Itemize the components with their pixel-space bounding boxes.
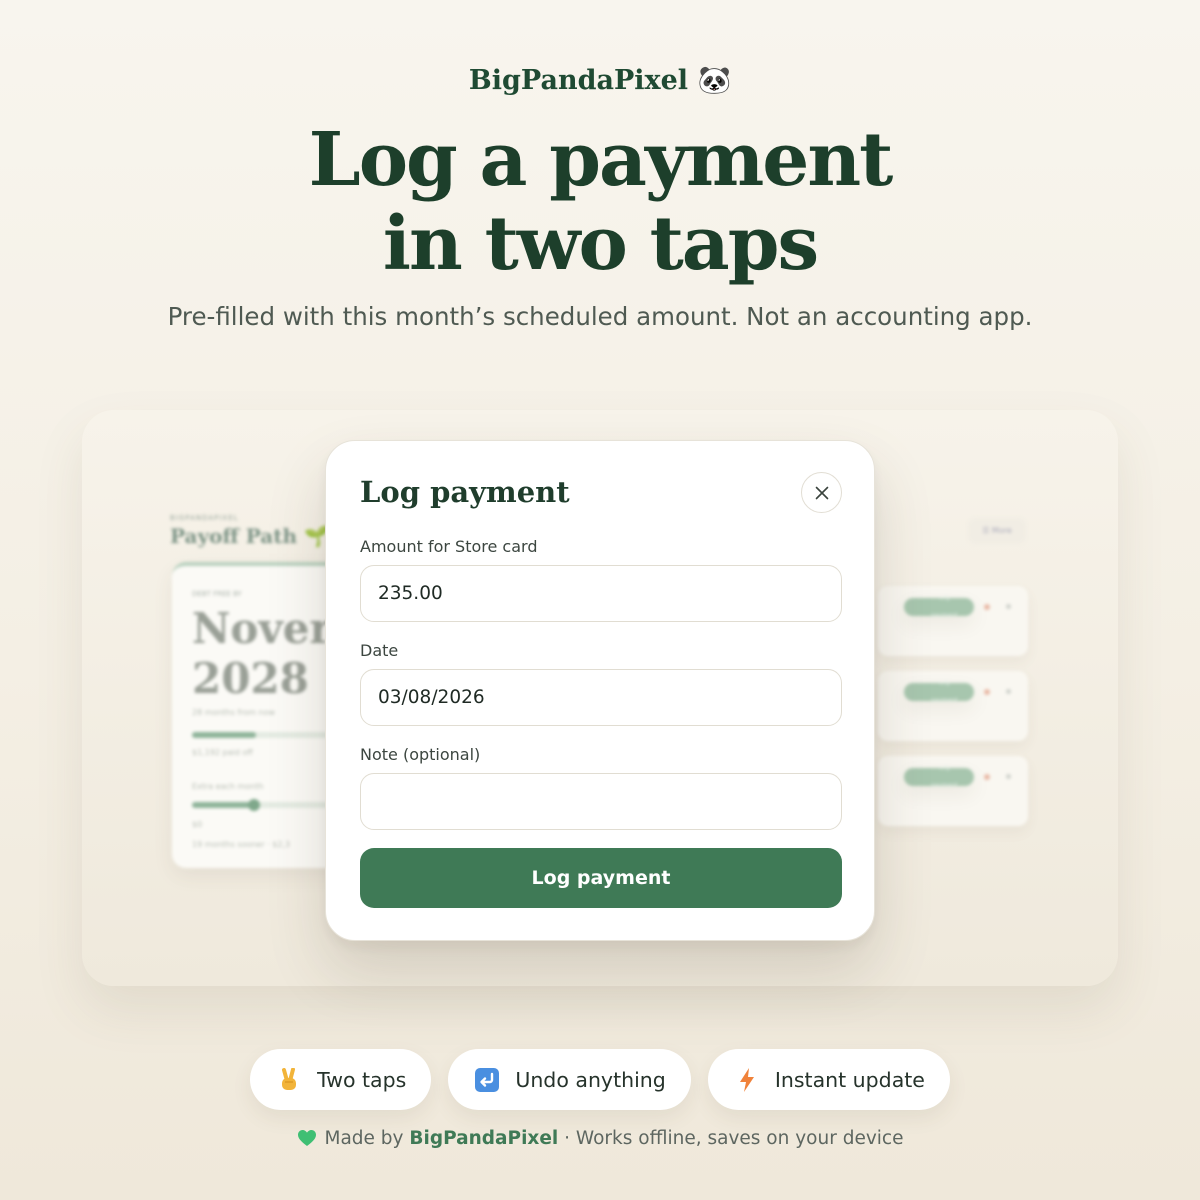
bg-caption-2: $1,192 paid off (192, 748, 253, 757)
feature-label: Undo anything (515, 1067, 666, 1092)
green-heart-icon (297, 1129, 317, 1152)
feature-pill-undo: Undo anything (448, 1049, 691, 1110)
dialog-title: Log payment (360, 475, 570, 509)
note-label: Note (optional) (360, 745, 481, 764)
bg-payoff-month: Nover (192, 604, 332, 653)
bg-payoff-year: 2028 (192, 654, 309, 703)
feature-pill-instant: Instant update (707, 1049, 950, 1110)
date-label: Date (360, 641, 399, 660)
feature-pill-two-taps: Two taps (250, 1049, 432, 1110)
bg-caption-5: 19 months sooner · $2,3 (192, 840, 291, 849)
bg-caption: 28 months from now (192, 708, 276, 717)
bg-debt-row: Log payment (878, 756, 1028, 826)
amount-label: Amount for Store card (360, 537, 538, 556)
brand-header: BigPandaPixel 🐼 (0, 64, 1200, 96)
close-button[interactable] (801, 472, 842, 513)
log-payment-dialog: Log payment Amount for Store card Date N… (325, 440, 875, 941)
footer-suffix: · Works offline, saves on your device (564, 1128, 904, 1149)
bg-progress-bar (192, 732, 332, 738)
undo-arrow-icon (475, 1067, 500, 1092)
close-icon (815, 486, 828, 499)
panda-icon: 🐼 (697, 65, 732, 96)
feature-label: Two taps (317, 1067, 407, 1092)
bg-caption-4: $0 (192, 820, 203, 829)
date-input[interactable] (360, 669, 842, 726)
bg-caption-3: Extra each month (192, 782, 264, 791)
bg-eyebrow: BIGPANDAPIXEL (170, 514, 239, 522)
bg-card-label: DEBT FREE BY (192, 590, 242, 598)
headline-line-2: in two taps (382, 201, 819, 287)
victory-hand-icon (277, 1067, 301, 1092)
note-input[interactable] (360, 773, 842, 830)
amount-input[interactable] (360, 565, 842, 622)
brand-name: BigPandaPixel (468, 65, 689, 96)
lightning-icon (735, 1067, 759, 1092)
bg-slider-knob (248, 799, 260, 811)
log-payment-button[interactable]: Log payment (360, 848, 842, 908)
footer: Made by BigPandaPixel · Works offline, s… (0, 1128, 1200, 1152)
headline-line-1: Log a payment (308, 117, 894, 203)
subheadline: Pre-filled with this month’s scheduled a… (167, 302, 1033, 331)
headline: Log a payment in two taps (0, 118, 1200, 286)
feature-label: Instant update (774, 1067, 925, 1092)
bg-debt-row: Log payment (878, 586, 1028, 656)
bg-menu-button: ☰ More (968, 518, 1026, 544)
feature-pills: Two taps Undo anything Instant update (0, 1049, 1200, 1110)
bg-payoff-date: Nover 2028 (192, 604, 332, 704)
footer-prefix: Made by (324, 1128, 404, 1149)
bg-slider (192, 802, 332, 808)
bg-app-title: Payoff Path 🌱 (170, 524, 329, 548)
bg-debt-row: Log payment (878, 671, 1028, 741)
footer-brand-link[interactable]: BigPandaPixel (409, 1128, 558, 1149)
